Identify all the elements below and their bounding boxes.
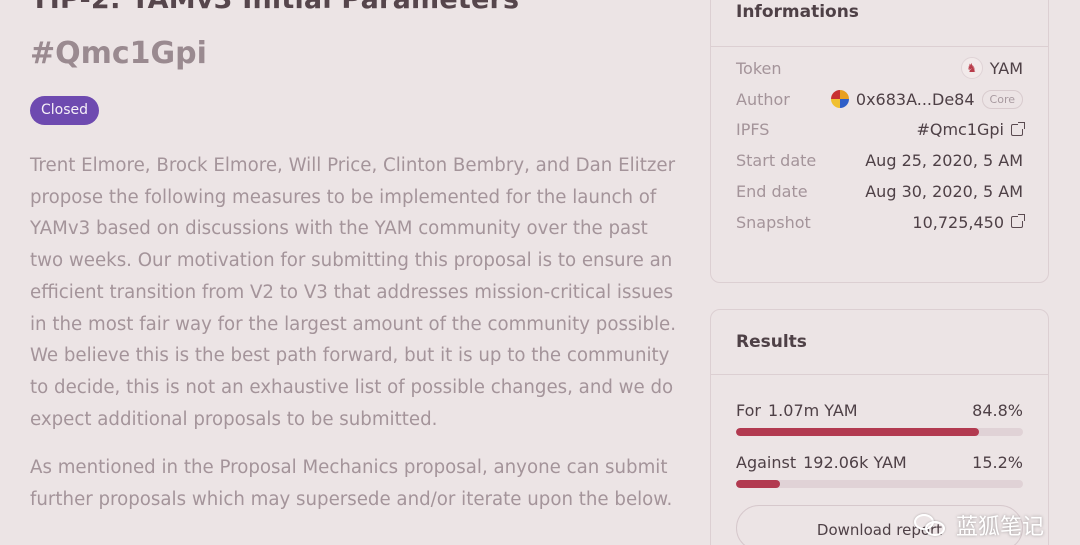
for-amount: 1.07m YAM xyxy=(768,401,858,420)
ipfs-link[interactable]: #Qmc1Gpi xyxy=(916,120,1025,139)
against-progress-track xyxy=(736,480,1023,488)
ipfs-label: IPFS xyxy=(736,120,770,140)
info-row-end-date: End date Aug 30, 2020, 5 AM xyxy=(736,176,1023,207)
for-percent: 84.8% xyxy=(972,401,1023,420)
for-label: For xyxy=(736,401,761,420)
proposal-title: YIP-2: YAMv3 Initial Parameters xyxy=(30,0,519,15)
token-label: Token xyxy=(736,58,782,78)
info-row-start-date: Start date Aug 25, 2020, 5 AM xyxy=(736,145,1023,176)
against-label: Against xyxy=(736,453,797,472)
ipfs-value[interactable]: #Qmc1Gpi xyxy=(916,120,1004,139)
result-row-against: Against 192.06k YAM 15.2% xyxy=(736,453,1023,488)
status-badge: Closed xyxy=(30,96,100,125)
info-row-snapshot: Snapshot 10,725,450 xyxy=(736,207,1025,238)
proposal-paragraph: Trent Elmore, Brock Elmore, Will Price, … xyxy=(30,155,677,430)
author-avatar-icon xyxy=(830,90,849,109)
watermark-text: 蓝狐笔记 xyxy=(955,515,1044,540)
for-progress-track xyxy=(736,428,1023,436)
wechat-icon xyxy=(913,512,948,538)
snapshot-value[interactable]: 10,725,450 xyxy=(912,213,1004,232)
informations-heading: Informations xyxy=(711,0,1048,47)
result-row-for: For 1.07m YAM 84.8% xyxy=(736,401,1023,436)
author-address-link[interactable]: 0x683A...De84 xyxy=(856,90,975,109)
end-date-label: End date xyxy=(736,182,808,202)
snapshot-link[interactable]: 10,725,450 xyxy=(912,213,1025,232)
against-amount: 192.06k YAM xyxy=(803,453,907,472)
token-value[interactable]: YAM xyxy=(990,59,1023,78)
external-link-icon[interactable] xyxy=(1011,121,1025,136)
info-row-ipfs: IPFS #Qmc1Gpi xyxy=(736,115,1025,146)
proposal-body: Trent Elmore, Brock Elmore, Will Price, … xyxy=(30,150,680,533)
core-badge: Core xyxy=(981,89,1023,109)
snapshot-label: Snapshot xyxy=(736,212,811,232)
against-percent: 15.2% xyxy=(972,453,1023,472)
author-label: Author xyxy=(736,89,790,109)
external-link-icon[interactable] xyxy=(1011,214,1025,229)
proposal-hash: #Qmc1Gpi xyxy=(30,36,207,71)
end-date-value: Aug 30, 2020, 5 AM xyxy=(865,182,1023,202)
info-row-token: Token ♞ YAM xyxy=(736,53,1023,84)
info-row-author: Author 0x683A...De84 Core xyxy=(736,84,1023,115)
informations-card: Informations Token ♞ YAM Author 0x683A..… xyxy=(710,0,1049,283)
for-progress-fill xyxy=(736,428,980,436)
results-heading: Results xyxy=(711,310,1048,375)
against-progress-fill xyxy=(736,480,780,488)
start-date-value: Aug 25, 2020, 5 AM xyxy=(865,151,1023,171)
yam-token-icon: ♞ xyxy=(960,57,983,80)
start-date-label: Start date xyxy=(736,151,817,171)
proposal-paragraph: As mentioned in the Proposal Mechanics p… xyxy=(30,457,673,511)
watermark: 蓝狐笔记 xyxy=(913,509,1044,541)
